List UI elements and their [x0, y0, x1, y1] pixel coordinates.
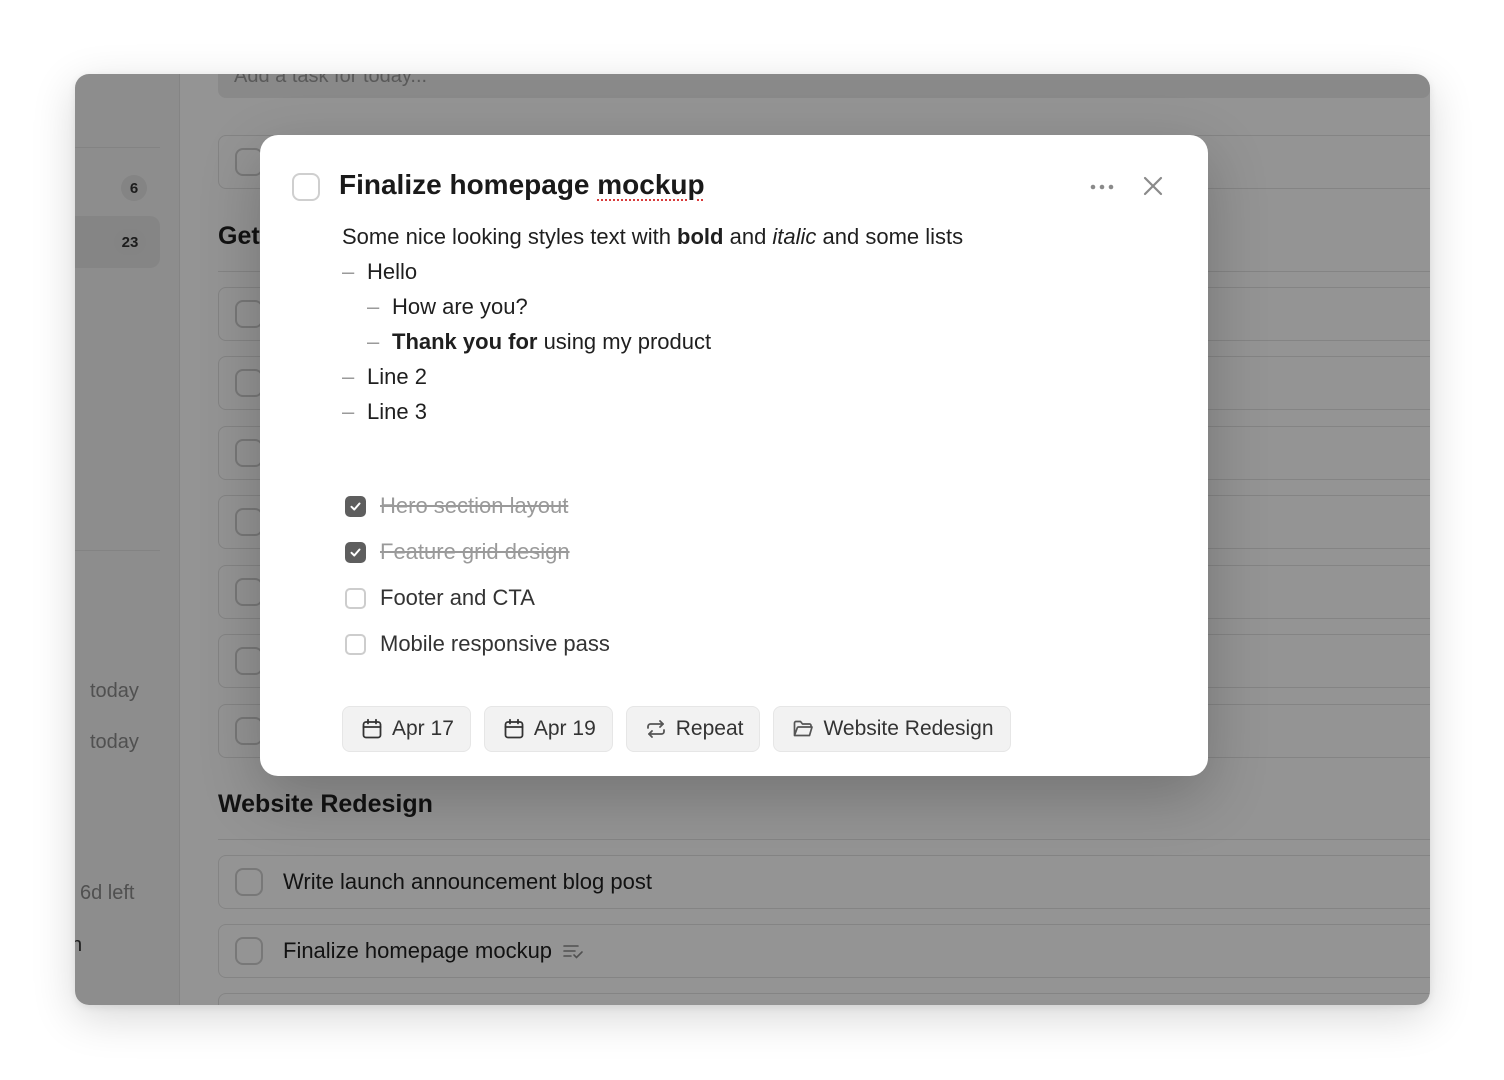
list-dash: – [367, 294, 380, 319]
task-attributes: Apr 17 Apr 19 Repeat Website Redesign [342, 706, 1024, 752]
checklist-label: Feature grid design [380, 539, 570, 564]
checklist-item[interactable]: Mobile responsive pass [345, 621, 610, 667]
title-text: Finalize homepage [339, 169, 598, 200]
checklist-checkbox[interactable] [345, 587, 366, 609]
checklist-checkbox[interactable] [345, 495, 366, 517]
start-date-button[interactable]: Apr 17 [342, 706, 471, 752]
checklist-item[interactable]: Hero section layout [345, 483, 610, 529]
bold-text: Thank you for [392, 329, 538, 354]
check-icon [350, 548, 361, 556]
more-icon[interactable] [1088, 175, 1116, 199]
list-dash: – [342, 399, 355, 424]
task-detail-modal: Finalize homepage mockup Some nice looki… [260, 135, 1208, 776]
list-item-text: using my product [537, 329, 712, 354]
repeat-label: Repeat [675, 717, 744, 740]
project-label: Website Redesign [823, 717, 994, 740]
task-title[interactable]: Finalize homepage mockup [339, 169, 705, 201]
list-item-nested: – How are you? [342, 289, 963, 324]
list-item-text: Line 3 [367, 399, 427, 424]
list-dash: – [367, 329, 380, 354]
title-misspelled-word: mockup [597, 169, 705, 200]
calendar-icon [504, 718, 524, 739]
bold-text: bold [677, 224, 724, 249]
list-item: – Line 2 [342, 359, 963, 394]
list-item-text: Line 2 [367, 364, 427, 389]
checklist-label: Mobile responsive pass [380, 631, 610, 656]
checklist-label: Hero section layout [380, 493, 569, 518]
due-date-button[interactable]: Apr 19 [483, 706, 613, 752]
description-intro: Some nice looking styles text with bold … [342, 219, 963, 254]
text: and some lists [816, 224, 964, 249]
list-item-text: How are you? [392, 294, 528, 319]
subtask-checklist: Hero section layout Feature grid design … [345, 483, 610, 667]
task-complete-checkbox[interactable] [292, 173, 320, 201]
project-button[interactable]: Website Redesign [773, 706, 1011, 752]
checklist-item[interactable]: Feature grid design [345, 529, 610, 575]
repeat-icon [646, 720, 665, 738]
checklist-checkbox[interactable] [345, 633, 366, 655]
checklist-item[interactable]: Footer and CTA [345, 575, 610, 621]
check-icon [350, 502, 361, 510]
checklist-label: Footer and CTA [380, 585, 535, 610]
close-icon[interactable] [1140, 173, 1166, 199]
due-date-label: Apr 19 [533, 717, 596, 740]
list-item-nested: – Thank you for using my product [342, 324, 963, 359]
list-item-text: Hello [367, 259, 418, 284]
list-item: – Line 3 [342, 394, 963, 429]
calendar-icon [362, 718, 382, 739]
list-dash: – [342, 259, 355, 284]
folder-icon [794, 720, 814, 737]
italic-text: italic [772, 224, 817, 249]
text: Some nice looking styles text with [342, 224, 678, 249]
list-item: – Hello [342, 254, 963, 289]
start-date-label: Apr 17 [392, 717, 454, 740]
text: and [723, 224, 773, 249]
list-dash: – [342, 364, 355, 389]
task-description[interactable]: Some nice looking styles text with bold … [342, 219, 963, 429]
checklist-checkbox[interactable] [345, 541, 366, 563]
repeat-button[interactable]: Repeat [625, 706, 761, 752]
